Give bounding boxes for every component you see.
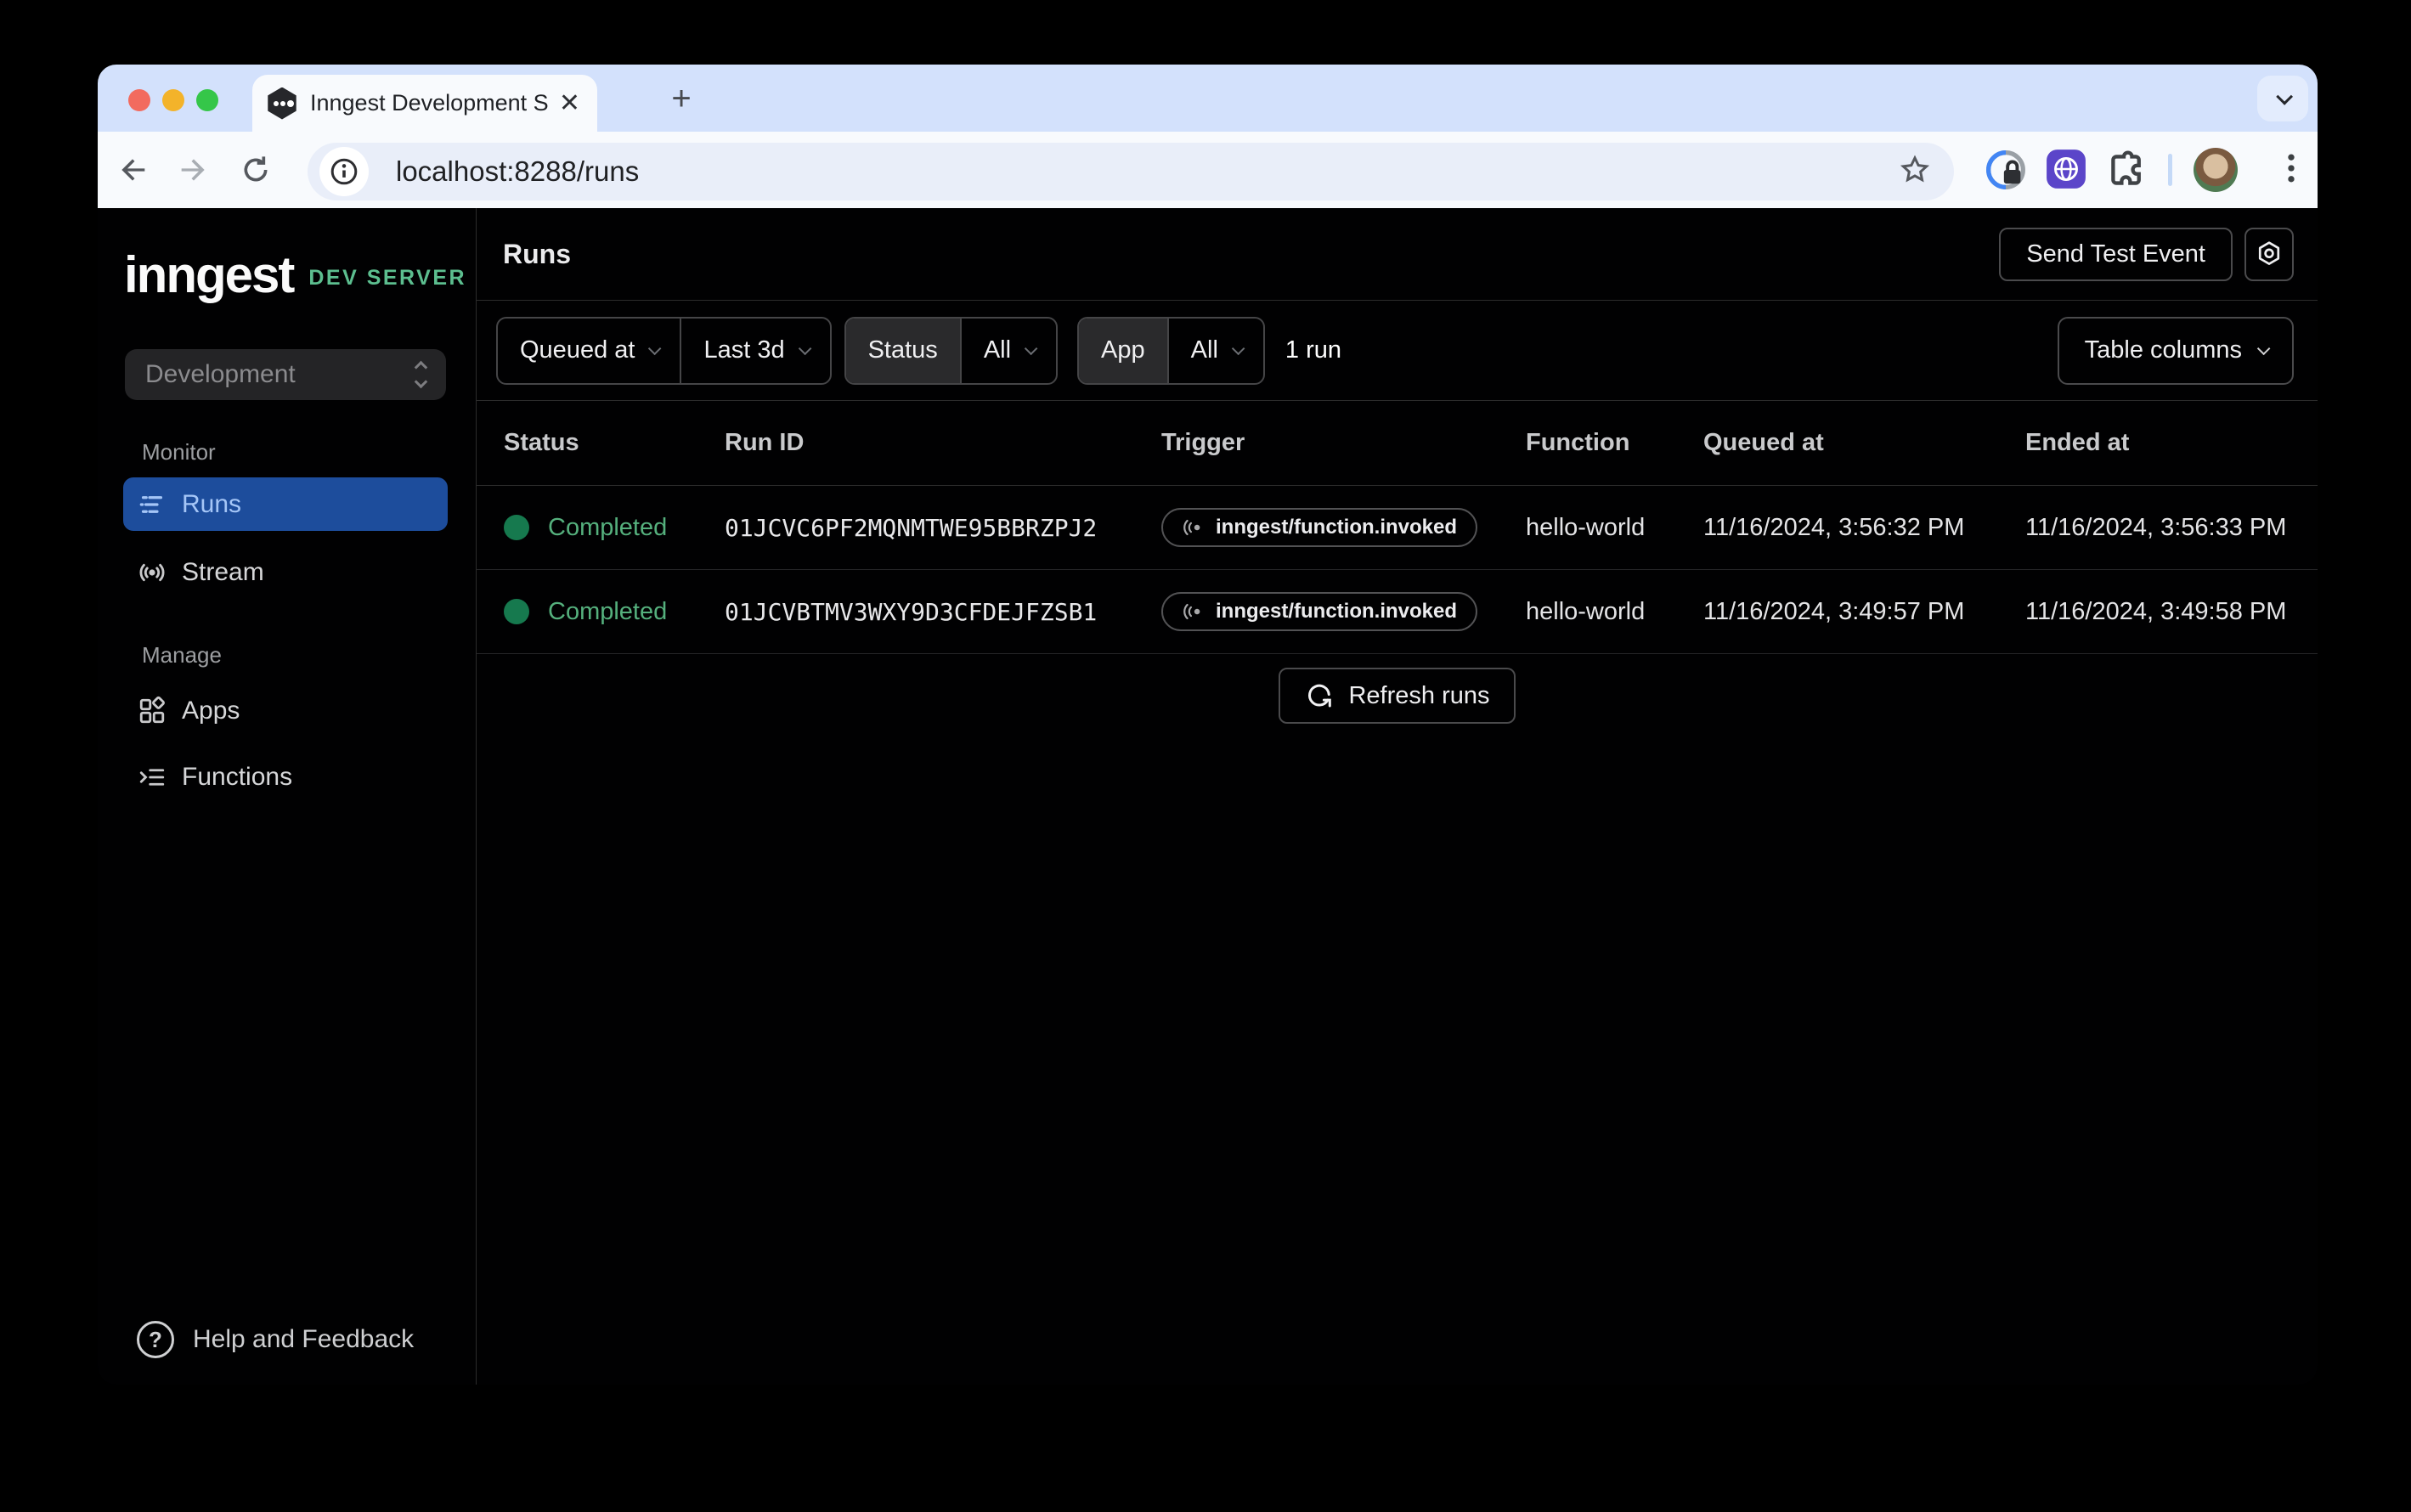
status-filter-group: Status All xyxy=(844,317,1058,385)
browser-tab[interactable]: Inngest Development Server ✕ xyxy=(252,75,597,132)
desktop-background: Inngest Development Server ✕ + xyxy=(0,0,2411,1512)
queued-at-value: 11/16/2024, 3:56:32 PM xyxy=(1703,514,2025,542)
table-body: Completed 01JCVC6PF2MQNMTWE95BBRZPJ2 inn… xyxy=(477,486,2318,654)
run-id: 01JCVBTMV3WXY9D3CFDEJFZSB1 xyxy=(725,598,1161,626)
main-content: Runs Send Test Event xyxy=(477,208,2318,1385)
status-dot-icon xyxy=(504,599,529,624)
browser-tab-strip: Inngest Development Server ✕ + xyxy=(98,65,2318,132)
ended-at-value: 11/16/2024, 3:56:33 PM xyxy=(2025,514,2318,542)
trigger-event-pill[interactable]: inngest/function.invoked xyxy=(1161,592,1477,631)
inngest-logo: inngest DEV SERVER xyxy=(124,245,466,304)
filter-bar: Queued at Last 3d Status All xyxy=(477,301,2318,401)
page-title: Runs xyxy=(503,239,571,270)
column-header-queued: Queued at xyxy=(1703,429,2025,457)
status-filter-label: Status xyxy=(846,319,960,383)
inngest-favicon-icon xyxy=(266,87,298,120)
run-status: Completed xyxy=(548,514,667,542)
table-row[interactable]: Completed 01JCVC6PF2MQNMTWE95BBRZPJ2 inn… xyxy=(477,486,2318,570)
logo-wordmark: inngest xyxy=(124,245,293,304)
queued-at-value: 11/16/2024, 3:49:57 PM xyxy=(1703,598,2025,626)
stream-icon xyxy=(137,557,167,588)
bookmark-star-icon[interactable] xyxy=(1898,153,1932,191)
back-button[interactable] xyxy=(116,153,150,187)
inngest-app: inngest DEV SERVER Development Monitor R… xyxy=(98,208,2318,1385)
column-header-function: Function xyxy=(1526,429,1703,457)
dev-server-badge: DEV SERVER xyxy=(308,266,466,291)
function-name: hello-world xyxy=(1526,598,1703,626)
sidebar-item-label: Stream xyxy=(182,558,264,587)
section-label-monitor: Monitor xyxy=(142,439,216,465)
run-status: Completed xyxy=(548,598,667,626)
runs-icon xyxy=(137,489,167,520)
sidebar-item-label: Functions xyxy=(182,763,292,792)
purple-extension-icon[interactable] xyxy=(2045,148,2087,195)
table-row[interactable]: Completed 01JCVBTMV3WXY9D3CFDEJFZSB1 inn… xyxy=(477,570,2318,654)
functions-icon xyxy=(137,762,167,793)
selector-updown-icon xyxy=(416,363,426,386)
sidebar-item-label: Runs xyxy=(182,490,241,519)
browser-window: Inngest Development Server ✕ + xyxy=(98,65,2318,1385)
app-filter-label: App xyxy=(1079,319,1167,383)
send-test-event-button[interactable]: Send Test Event xyxy=(1999,228,2233,281)
function-name: hello-world xyxy=(1526,514,1703,542)
sidebar-item-runs[interactable]: Runs xyxy=(123,477,448,531)
settings-gear-button[interactable] xyxy=(2244,228,2294,281)
ended-at-value: 11/16/2024, 3:49:58 PM xyxy=(2025,598,2318,626)
password-manager-extension-icon[interactable] xyxy=(1984,148,2028,196)
help-label: Help and Feedback xyxy=(193,1325,414,1354)
sidebar-item-apps[interactable]: Apps xyxy=(123,684,448,737)
section-label-manage: Manage xyxy=(142,642,222,669)
trigger-event-name: inngest/function.invoked xyxy=(1216,600,1457,623)
browser-menu-icon[interactable] xyxy=(2269,148,2313,192)
url-text: localhost:8288/runs xyxy=(396,155,639,188)
forward-button[interactable] xyxy=(176,153,210,187)
page-header: Runs Send Test Event xyxy=(477,208,2318,301)
close-window-button[interactable] xyxy=(128,89,150,111)
app-filter-dropdown[interactable]: All xyxy=(1167,319,1263,383)
tab-close-icon[interactable]: ✕ xyxy=(559,91,580,116)
toolbar-separator xyxy=(2168,154,2172,186)
browser-toolbar: localhost:8288/runs xyxy=(98,132,2318,208)
tab-title: Inngest Development Server xyxy=(310,90,548,116)
environment-value: Development xyxy=(145,360,296,389)
time-range-dropdown[interactable]: Last 3d xyxy=(680,319,829,383)
run-id: 01JCVC6PF2MQNMTWE95BBRZPJ2 xyxy=(725,514,1161,542)
trigger-event-pill[interactable]: inngest/function.invoked xyxy=(1161,508,1477,547)
sidebar: inngest DEV SERVER Development Monitor R… xyxy=(98,208,477,1385)
time-field-dropdown[interactable]: Queued at xyxy=(498,319,680,383)
tab-search-button[interactable] xyxy=(2257,76,2308,121)
help-and-feedback[interactable]: ? Help and Feedback xyxy=(137,1321,414,1358)
environment-selector[interactable]: Development xyxy=(125,349,446,400)
app-filter-group: App All xyxy=(1077,317,1265,385)
address-bar[interactable]: localhost:8288/runs xyxy=(308,143,1954,200)
column-header-ended: Ended at xyxy=(2025,429,2318,457)
reload-button[interactable] xyxy=(239,153,273,187)
table-columns-button[interactable]: Table columns xyxy=(2058,317,2294,385)
maximize-window-button[interactable] xyxy=(196,89,218,111)
apps-icon xyxy=(137,696,167,726)
trigger-event-name: inngest/function.invoked xyxy=(1216,516,1457,539)
result-count: 1 run xyxy=(1285,336,1341,364)
minimize-window-button[interactable] xyxy=(162,89,184,111)
extensions-puzzle-icon[interactable] xyxy=(2104,148,2148,196)
column-header-run-id: Run ID xyxy=(725,429,1161,457)
sidebar-item-label: Apps xyxy=(182,697,240,725)
refresh-runs-label: Refresh runs xyxy=(1348,682,1489,710)
profile-avatar[interactable] xyxy=(2194,148,2238,192)
table-header-row: Status Run ID Trigger Function Queued at… xyxy=(477,401,2318,486)
column-header-status: Status xyxy=(504,429,725,457)
refresh-runs-button[interactable]: Refresh runs xyxy=(1279,668,1515,724)
status-dot-icon xyxy=(504,515,529,540)
column-header-trigger: Trigger xyxy=(1161,429,1526,457)
sidebar-item-stream[interactable]: Stream xyxy=(123,545,448,599)
status-filter-dropdown[interactable]: All xyxy=(960,319,1056,383)
site-info-icon[interactable] xyxy=(319,147,369,196)
time-filter-group: Queued at Last 3d xyxy=(496,317,832,385)
new-tab-button[interactable]: + xyxy=(665,83,697,116)
sidebar-item-functions[interactable]: Functions xyxy=(123,750,448,804)
help-icon: ? xyxy=(137,1321,174,1358)
